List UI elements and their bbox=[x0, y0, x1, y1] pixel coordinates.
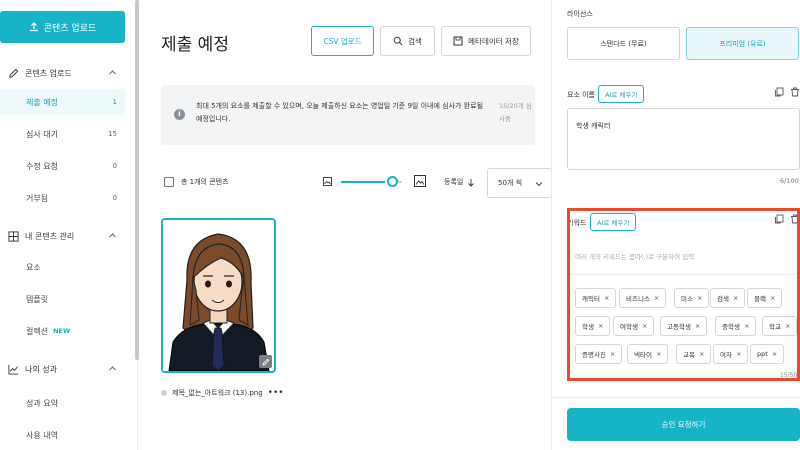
sidebar-scrollbar[interactable] bbox=[135, 0, 139, 360]
sidebar-item-count: 0 bbox=[112, 162, 117, 170]
review-progress-text: 15/20개 심사중 bbox=[499, 102, 532, 123]
sidebar-item-count: 0 bbox=[112, 194, 117, 202]
sidebar-item-label: 거부됨 bbox=[26, 193, 49, 203]
save-icon bbox=[453, 36, 463, 46]
element-name-label: 요소 이름 bbox=[567, 91, 595, 99]
select-all-checkbox[interactable] bbox=[164, 177, 174, 187]
content-filename-row: 제목_없는_아트워크 (13).png ••• bbox=[161, 388, 284, 398]
metadata-panel: 라이선스 스탠다드 (무료) 프리미엄 (유료) 요소 이름 AI로 채우기 학… bbox=[551, 0, 800, 450]
sidebar-item-label: 컬렉션 bbox=[26, 326, 49, 336]
notice-text: 최대 5개의 요소를 제출할 수 있으며, 오늘 제출하신 요소는 영업일 기준… bbox=[196, 102, 484, 123]
char-count: 6/100 bbox=[780, 177, 799, 185]
sidebar-item-label: 수정 요청 bbox=[26, 161, 58, 171]
nav-group-my-performance[interactable]: 나의 성과 bbox=[0, 359, 125, 379]
arrow-down-icon bbox=[468, 178, 475, 187]
csv-upload-button[interactable]: CSV 업로드 bbox=[311, 26, 374, 56]
edit-thumbnail-button[interactable] bbox=[259, 355, 272, 368]
sidebar-item-review-waiting[interactable]: 심사 대기 15 bbox=[0, 121, 125, 147]
trash-icon[interactable] bbox=[790, 87, 800, 97]
search-button[interactable]: 검색 bbox=[380, 26, 435, 56]
license-premium-label: 프리미엄 (유료) bbox=[719, 39, 766, 48]
license-standard-label: 스탠다드 (무료) bbox=[600, 39, 647, 48]
image-small-icon[interactable] bbox=[323, 177, 332, 186]
sidebar-item-pending[interactable]: 제출 예정 1 bbox=[0, 89, 125, 115]
copy-icon[interactable] bbox=[774, 87, 784, 97]
image-large-icon[interactable] bbox=[414, 175, 426, 187]
sidebar-item-label: 심사 대기 bbox=[26, 129, 58, 139]
more-options-button[interactable]: ••• bbox=[268, 388, 284, 398]
pencil-icon bbox=[7, 67, 19, 79]
status-dot bbox=[161, 390, 167, 396]
total-count: 총 1개의 콘텐츠 bbox=[181, 178, 229, 186]
sidebar-item-collections[interactable]: 컬렉션 NEW bbox=[0, 318, 125, 344]
license-premium-option[interactable]: 프리미엄 (유료) bbox=[686, 27, 799, 60]
notice-banner: i 최대 5개의 요소를 제출할 수 있으며, 오늘 제출하신 요소는 영업일 … bbox=[161, 85, 535, 145]
grid-icon bbox=[7, 230, 19, 242]
element-name-input[interactable]: 학생 캐릭터 bbox=[567, 108, 800, 170]
chevron-up-icon bbox=[109, 70, 116, 75]
nav-group-label: 내 콘텐츠 관리 bbox=[25, 231, 75, 241]
license-label: 라이선스 bbox=[567, 10, 593, 18]
save-metadata-label: 메타데이터 저장 bbox=[468, 36, 519, 46]
slider-knob[interactable] bbox=[387, 176, 398, 187]
sort-label: 등록일 bbox=[444, 178, 464, 186]
nav-group-label: 콘텐츠 업로드 bbox=[25, 68, 72, 78]
sidebar-item-elements[interactable]: 요소 bbox=[0, 254, 125, 280]
page-title: 제출 예정 bbox=[161, 35, 229, 55]
sidebar-item-usage-history[interactable]: 사용 내역 bbox=[0, 422, 125, 448]
sidebar-item-rejected[interactable]: 거부됨 0 bbox=[0, 185, 125, 211]
content-filename: 제목_없는_아트워크 (13).png bbox=[172, 389, 263, 397]
sidebar-item-label: 요소 bbox=[26, 262, 41, 272]
chevron-up-icon bbox=[109, 366, 116, 371]
sidebar-item-label: 사용 내역 bbox=[26, 430, 58, 440]
sidebar-item-count: 1 bbox=[112, 98, 117, 106]
chevron-down-icon bbox=[535, 182, 543, 187]
ai-fill-label: AI로 채우기 bbox=[605, 91, 638, 99]
info-icon: i bbox=[174, 109, 185, 120]
upload-icon bbox=[29, 22, 38, 32]
search-label: 검색 bbox=[408, 36, 422, 46]
sort-dropdown[interactable]: 등록일 bbox=[444, 177, 475, 187]
license-standard-option[interactable]: 스탠다드 (무료) bbox=[567, 27, 680, 60]
save-metadata-button[interactable]: 메타데이터 저장 bbox=[441, 26, 531, 56]
content-thumbnail bbox=[163, 220, 274, 371]
pencil-icon bbox=[261, 358, 269, 366]
thumbnail-size-slider[interactable] bbox=[341, 181, 385, 183]
nav-group-label: 나의 성과 bbox=[25, 364, 57, 374]
sidebar-item-label: 성과 요약 bbox=[26, 398, 58, 408]
nav-group-content-upload[interactable]: 콘텐츠 업로드 bbox=[0, 63, 125, 83]
line-chart-icon bbox=[7, 363, 19, 375]
keyword-section-highlight bbox=[567, 208, 800, 381]
sidebar: 콘텐츠 업로드 콘텐츠 업로드 제출 예정 1 심사 대기 15 수정 요청 0… bbox=[0, 0, 139, 450]
sidebar-item-performance-summary[interactable]: 성과 요약 bbox=[0, 390, 125, 416]
per-page-select[interactable]: 50개 씩 bbox=[487, 168, 552, 198]
sidebar-item-revision-request[interactable]: 수정 요청 0 bbox=[0, 153, 125, 179]
search-icon bbox=[393, 36, 403, 46]
sidebar-item-templates[interactable]: 템플릿 bbox=[0, 286, 125, 312]
request-approval-button[interactable]: 승인 요청하기 bbox=[567, 408, 800, 441]
ai-fill-name-button[interactable]: AI로 채우기 bbox=[598, 85, 645, 103]
main-content: 제출 예정 CSV 업로드 검색 메타데이터 저장 i 최대 5개의 요소를 제… bbox=[140, 0, 552, 450]
sidebar-item-label: 템플릿 bbox=[26, 294, 49, 304]
slider-rest bbox=[398, 181, 402, 183]
upload-content-label: 콘텐츠 업로드 bbox=[43, 23, 97, 34]
content-card[interactable] bbox=[161, 218, 276, 373]
element-name-value: 학생 캐릭터 bbox=[576, 122, 611, 130]
per-page-value: 50개 씩 bbox=[498, 179, 523, 187]
csv-upload-label: CSV 업로드 bbox=[323, 36, 362, 46]
nav-group-my-content[interactable]: 내 콘텐츠 관리 bbox=[0, 226, 125, 246]
request-approval-label: 승인 요청하기 bbox=[661, 420, 706, 429]
new-badge: NEW bbox=[53, 327, 71, 335]
upload-content-button[interactable]: 콘텐츠 업로드 bbox=[0, 11, 125, 43]
chevron-up-icon bbox=[109, 233, 116, 238]
filter-row: 총 1개의 콘텐츠 등록일 50개 씩 bbox=[161, 168, 552, 198]
sidebar-item-count: 15 bbox=[108, 130, 117, 138]
divider bbox=[552, 397, 800, 398]
sidebar-item-label: 제출 예정 bbox=[26, 97, 58, 107]
